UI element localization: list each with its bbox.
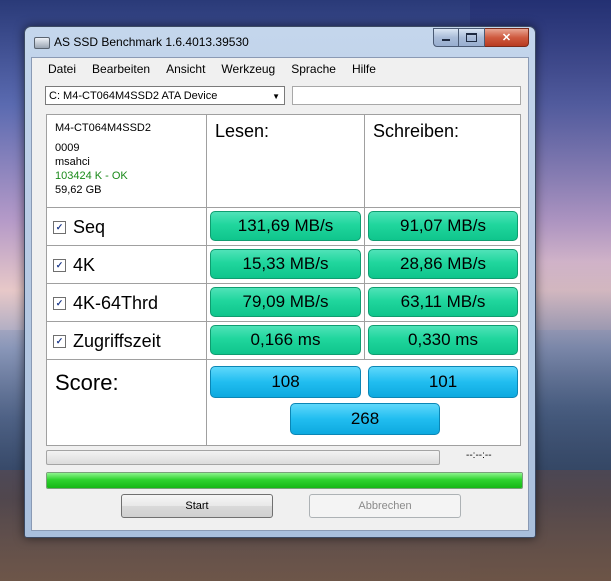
- maximize-icon: [466, 33, 477, 42]
- grid-divider: [47, 359, 520, 360]
- overall-progress-fill: [47, 473, 522, 488]
- drive-model: M4-CT064M4SSD2: [55, 122, 151, 134]
- drive-dropdown[interactable]: C: M4-CT064M4SSD2 ATA Device ▼: [45, 86, 285, 105]
- minimize-button[interactable]: [433, 28, 459, 47]
- seq-write-result: 91,07 MB/s: [368, 211, 518, 241]
- cancel-button[interactable]: Abbrechen: [309, 494, 461, 518]
- row-seq-label: ✓ Seq: [53, 211, 105, 243]
- 4k64-read-result: 79,09 MB/s: [210, 287, 361, 317]
- maximize-button[interactable]: [459, 28, 485, 47]
- read-header: Lesen:: [215, 121, 270, 141]
- access-checkbox[interactable]: ✓: [53, 334, 66, 348]
- drive-driver: msahci: [55, 156, 90, 168]
- score-total: 268: [290, 403, 440, 435]
- access-write-result: 0,330 ms: [368, 325, 518, 355]
- menu-ansicht[interactable]: Ansicht: [158, 58, 213, 80]
- test-progress-bar: [46, 450, 440, 465]
- dropdown-arrow-icon: ▼: [272, 92, 280, 101]
- drive-info-field[interactable]: [292, 86, 521, 105]
- row-4k-label: ✓ 4K: [53, 249, 95, 281]
- title-bar[interactable]: AS SSD Benchmark 1.6.4013.39530 ✕: [25, 27, 535, 55]
- overall-progress-bar: [46, 472, 523, 489]
- client-area: Datei Bearbeiten Ansicht Werkzeug Sprach…: [31, 57, 529, 531]
- seq-read-result: 131,69 MB/s: [210, 211, 361, 241]
- access-label: Zugriffszeit: [73, 330, 161, 351]
- drive-icon: [34, 37, 50, 49]
- 4k64-write-result: 63,11 MB/s: [368, 287, 518, 317]
- 4k-write-result: 28,86 MB/s: [368, 249, 518, 279]
- grid-divider: [47, 283, 520, 284]
- menu-bearbeiten[interactable]: Bearbeiten: [84, 58, 158, 80]
- 4k-label: 4K: [73, 254, 96, 275]
- menu-sprache[interactable]: Sprache: [283, 58, 344, 80]
- grid-divider: [47, 207, 520, 208]
- menu-datei[interactable]: Datei: [32, 58, 84, 80]
- menu-werkzeug[interactable]: Werkzeug: [213, 58, 283, 80]
- 4k-checkbox[interactable]: ✓: [53, 258, 66, 272]
- write-header: Schreiben:: [373, 121, 460, 141]
- score-read: 108: [210, 366, 361, 398]
- minimize-icon: [442, 39, 450, 41]
- drive-dropdown-value: C: M4-CT064M4SSD2 ATA Device: [49, 90, 218, 102]
- app-window: AS SSD Benchmark 1.6.4013.39530 ✕ Datei …: [24, 26, 536, 538]
- grid-divider: [364, 115, 365, 360]
- seq-checkbox[interactable]: ✓: [53, 220, 66, 234]
- 4k-read-result: 15,33 MB/s: [210, 249, 361, 279]
- menu-bar: Datei Bearbeiten Ansicht Werkzeug Sprach…: [32, 58, 528, 80]
- grid-divider: [47, 321, 520, 322]
- row-4k64-label: ✓ 4K-64Thrd: [53, 287, 158, 319]
- drive-size: 59,62 GB: [55, 184, 102, 196]
- grid-divider: [206, 115, 207, 445]
- close-button[interactable]: ✕: [485, 28, 529, 47]
- score-write: 101: [368, 366, 518, 398]
- 4k64-checkbox[interactable]: ✓: [53, 296, 66, 310]
- access-read-result: 0,166 ms: [210, 325, 361, 355]
- row-access-label: ✓ Zugriffszeit: [53, 325, 161, 357]
- 4k64-label: 4K-64Thrd: [73, 292, 159, 313]
- results-grid: M4-CT064M4SSD2 0009 msahci 103424 K - OK…: [46, 114, 521, 446]
- window-controls: ✕: [433, 28, 529, 47]
- seq-label: Seq: [73, 216, 106, 237]
- elapsed-time: --:--:--: [466, 450, 492, 461]
- grid-divider: [47, 245, 520, 246]
- start-button[interactable]: Start: [121, 494, 273, 518]
- drive-info: M4-CT064M4SSD2 0009 msahci 103424 K - OK…: [55, 121, 151, 197]
- drive-firmware: 0009: [55, 142, 80, 154]
- score-label: Score:: [55, 370, 119, 395]
- drive-alignment: 103424 K - OK: [55, 170, 128, 182]
- close-icon: ✕: [501, 32, 512, 44]
- window-title: AS SSD Benchmark 1.6.4013.39530: [54, 35, 249, 49]
- menu-hilfe[interactable]: Hilfe: [344, 58, 384, 80]
